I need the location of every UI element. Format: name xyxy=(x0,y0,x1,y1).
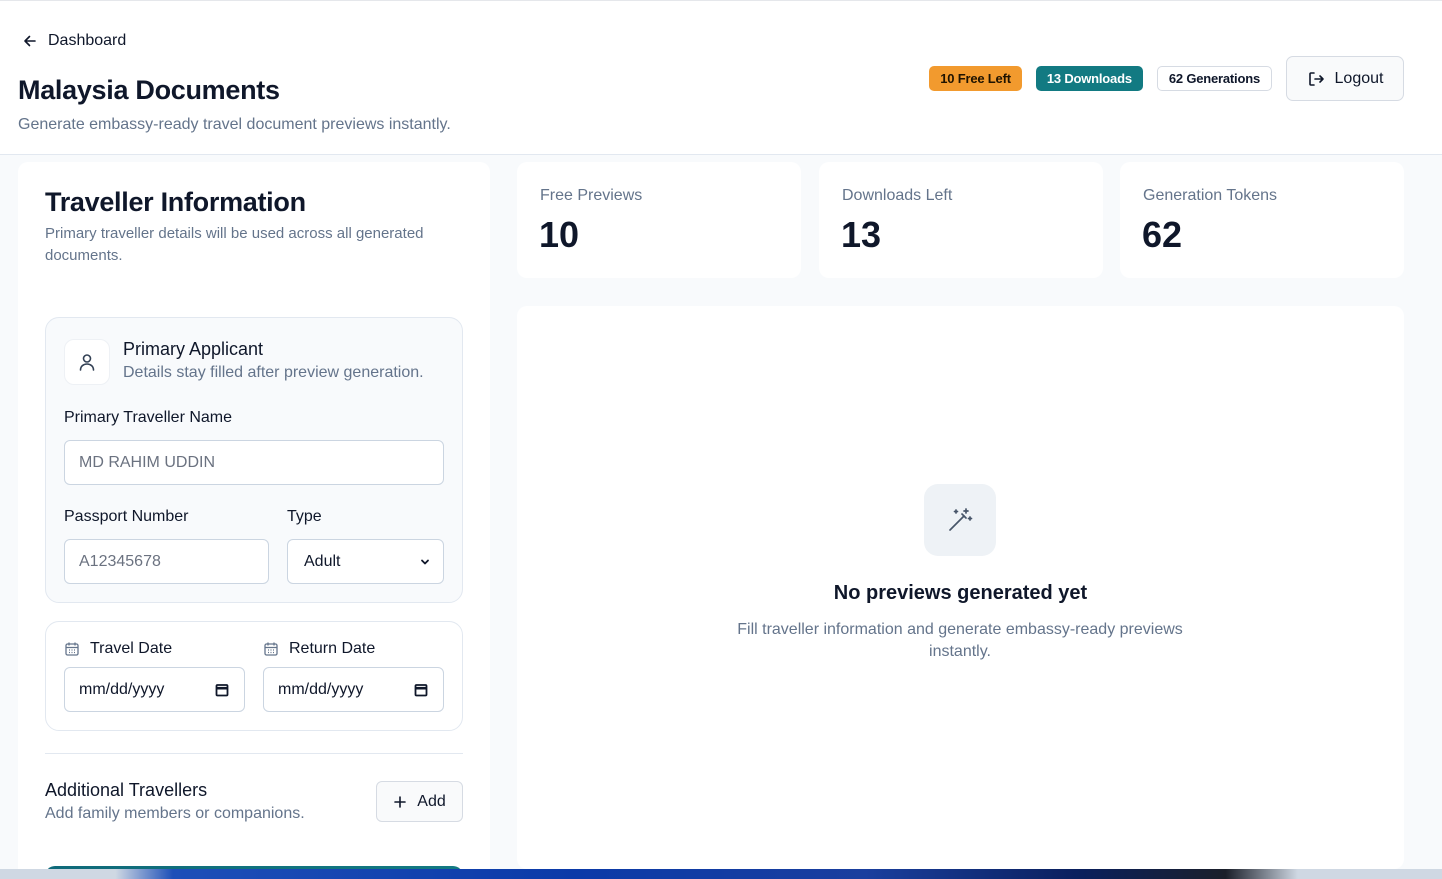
avatar xyxy=(64,339,110,385)
travel-date-label: Travel Date xyxy=(64,640,172,658)
passport-number-input[interactable] xyxy=(64,539,269,584)
traveller-type-value: Adult xyxy=(304,552,341,570)
stat-value: 10 xyxy=(539,214,580,255)
page-title: Malaysia Documents xyxy=(18,75,280,105)
usage-badges: 10 Free Left 13 Downloads 62 Generations xyxy=(929,66,1272,91)
form-description: Primary traveller details will be used a… xyxy=(45,225,424,264)
travel-date-input[interactable]: mm/dd/yyyy xyxy=(64,667,245,712)
empty-state-description: Fill traveller information and generate … xyxy=(737,621,1183,660)
back-link-label: Dashboard xyxy=(48,32,127,49)
stat-label: Free Previews xyxy=(540,187,643,204)
desktop-wallpaper-strip xyxy=(0,869,1442,879)
calendar-icon xyxy=(65,642,79,656)
additional-travellers-title: Additional Travellers xyxy=(45,780,208,800)
additional-travellers-description: Add family members or companions. xyxy=(45,805,305,822)
stat-card-downloads-left: Downloads Left 13 xyxy=(819,162,1103,278)
stat-card-generation-tokens: Generation Tokens 62 xyxy=(1120,162,1404,278)
calendar-icon xyxy=(264,642,278,656)
generations-badge: 62 Generations xyxy=(1156,66,1272,91)
traveller-name-label: Primary Traveller Name xyxy=(64,409,233,426)
plus-icon xyxy=(394,795,407,808)
return-date-label: Return Date xyxy=(263,640,375,658)
passport-number-label: Passport Number xyxy=(64,508,189,525)
logout-button[interactable]: Logout xyxy=(1286,56,1404,101)
stat-label: Downloads Left xyxy=(842,187,953,204)
form-title: Traveller Information xyxy=(45,187,306,217)
downloads-badge: 13 Downloads xyxy=(1035,66,1143,91)
preview-panel: No previews generated yet Fill traveller… xyxy=(517,306,1404,869)
traveller-name-input[interactable] xyxy=(64,440,444,485)
return-date-input[interactable]: mm/dd/yyyy xyxy=(263,667,444,712)
free-left-badge: 10 Free Left xyxy=(929,66,1022,91)
stat-card-free-previews: Free Previews 10 xyxy=(517,162,801,278)
logout-label: Logout xyxy=(1334,69,1384,87)
applicant-description: Details stay filled after preview genera… xyxy=(123,364,424,381)
section-divider xyxy=(45,753,463,754)
magic-wand-icon xyxy=(949,508,973,531)
traveller-type-select[interactable]: Adult xyxy=(287,539,444,584)
empty-state-icon-wrapper xyxy=(924,484,996,556)
stat-label: Generation Tokens xyxy=(1143,187,1278,204)
travel-date-value: mm/dd/yyyy xyxy=(79,680,165,698)
page-header: Dashboard Malaysia Documents Generate em… xyxy=(0,0,1442,155)
add-traveller-button[interactable]: Add xyxy=(376,781,463,822)
back-to-dashboard-link[interactable]: Dashboard xyxy=(22,32,126,50)
logout-icon xyxy=(1308,71,1324,86)
type-label: Type xyxy=(287,508,322,525)
return-date-value: mm/dd/yyyy xyxy=(278,680,364,698)
add-traveller-label: Add xyxy=(417,792,446,810)
primary-applicant-section: Primary Applicant Details stay filled af… xyxy=(45,317,463,603)
travel-dates-section: Travel Date mm/dd/yyyy Return Date mm/dd… xyxy=(45,621,463,731)
calendar-picker-icon[interactable] xyxy=(214,682,230,698)
stat-value: 62 xyxy=(1142,214,1183,255)
traveller-form-card: Traveller Information Primary traveller … xyxy=(18,162,490,879)
travel-date-label-text: Travel Date xyxy=(90,640,173,657)
return-date-label-text: Return Date xyxy=(289,640,376,657)
page-subtitle: Generate embassy-ready travel document p… xyxy=(18,116,451,133)
applicant-title: Primary Applicant xyxy=(123,339,264,359)
chevron-down-icon xyxy=(421,559,429,564)
calendar-picker-icon[interactable] xyxy=(413,682,429,698)
user-icon xyxy=(79,354,95,371)
arrow-left-icon xyxy=(24,35,36,47)
stat-value: 13 xyxy=(841,214,882,255)
empty-state-title: No previews generated yet xyxy=(833,582,1088,604)
